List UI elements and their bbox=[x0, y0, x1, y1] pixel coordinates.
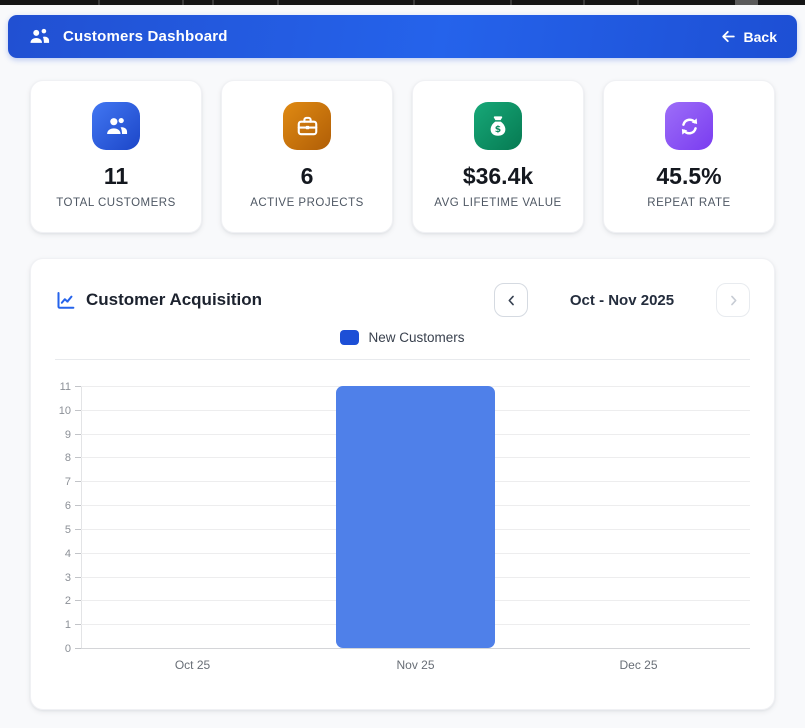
chart-plot: 01234567891011Oct 25Nov 25Dec 25 bbox=[81, 387, 750, 649]
y-axis-label: 7 bbox=[65, 476, 71, 488]
chart-legend: New Customers bbox=[55, 330, 750, 345]
y-axis-tick bbox=[75, 505, 81, 506]
stat-label: TOTAL CUSTOMERS bbox=[39, 197, 193, 209]
users-icon bbox=[103, 113, 129, 139]
chart-header: Customer Acquisition Oct - Nov 2025 bbox=[55, 283, 750, 317]
y-axis-tick bbox=[75, 434, 81, 435]
bar-nov-25[interactable] bbox=[336, 386, 495, 648]
divider bbox=[55, 359, 750, 360]
stat-card-repeat-rate: 45.5% REPEAT RATE bbox=[603, 80, 775, 233]
y-axis-label: 1 bbox=[65, 619, 71, 631]
date-range-label: Oct - Nov 2025 bbox=[562, 292, 682, 309]
briefcase-icon bbox=[295, 114, 320, 139]
stat-icon-tile bbox=[92, 102, 140, 150]
x-axis-label: Nov 25 bbox=[304, 658, 527, 672]
money-bag-icon: $ bbox=[485, 113, 511, 139]
stats-row: 11 TOTAL CUSTOMERS 6 ACTIVE PROJECTS bbox=[30, 80, 775, 233]
stat-icon-tile bbox=[665, 102, 713, 150]
y-axis-line bbox=[81, 387, 82, 649]
chevron-right-icon bbox=[726, 293, 741, 308]
stat-icon-tile: $ bbox=[474, 102, 522, 150]
users-icon bbox=[28, 25, 51, 48]
back-button[interactable]: Back bbox=[720, 28, 777, 45]
stat-icon-tile bbox=[283, 102, 331, 150]
y-axis-tick bbox=[75, 410, 81, 411]
app-header: Customers Dashboard Back bbox=[8, 15, 797, 58]
customer-acquisition-card: Customer Acquisition Oct - Nov 2025 bbox=[30, 258, 775, 710]
next-month-button[interactable] bbox=[716, 283, 750, 317]
arrow-left-icon bbox=[720, 28, 737, 45]
y-axis-label: 2 bbox=[65, 595, 71, 607]
stat-card-total-customers: 11 TOTAL CUSTOMERS bbox=[30, 80, 202, 233]
y-axis-label: 11 bbox=[60, 381, 71, 393]
legend-label: New Customers bbox=[368, 330, 464, 345]
stat-label: ACTIVE PROJECTS bbox=[230, 197, 384, 209]
stat-value: 6 bbox=[230, 163, 384, 190]
y-axis-label: 3 bbox=[65, 572, 71, 584]
stat-value: 11 bbox=[39, 163, 193, 190]
y-axis-label: 6 bbox=[65, 500, 71, 512]
x-axis-label: Dec 25 bbox=[527, 658, 750, 672]
chart-nav: Oct - Nov 2025 bbox=[494, 283, 750, 317]
back-button-label: Back bbox=[744, 29, 777, 45]
y-axis-tick bbox=[75, 553, 81, 554]
y-axis-label: 0 bbox=[65, 643, 71, 655]
x-axis-label: Oct 25 bbox=[81, 658, 304, 672]
y-axis-tick bbox=[75, 529, 81, 530]
stat-card-avg-lifetime-value: $ $36.4k AVG LIFETIME VALUE bbox=[412, 80, 584, 233]
page-title: Customers Dashboard bbox=[63, 28, 228, 45]
chart-line-icon bbox=[55, 290, 76, 311]
y-axis-label: 5 bbox=[65, 524, 71, 536]
stat-value: 45.5% bbox=[612, 163, 766, 190]
stat-value: $36.4k bbox=[421, 163, 575, 190]
svg-text:$: $ bbox=[495, 124, 501, 135]
y-axis-tick bbox=[75, 624, 81, 625]
y-axis-label: 4 bbox=[65, 548, 71, 560]
y-axis-tick bbox=[75, 648, 81, 649]
legend-swatch bbox=[340, 330, 359, 345]
chevron-left-icon bbox=[504, 293, 519, 308]
stat-label: AVG LIFETIME VALUE bbox=[421, 197, 575, 209]
gridline bbox=[81, 648, 750, 649]
y-axis-tick bbox=[75, 481, 81, 482]
sync-icon bbox=[677, 114, 702, 139]
chart-title: Customer Acquisition bbox=[86, 290, 262, 310]
y-axis-tick bbox=[75, 457, 81, 458]
y-axis-label: 10 bbox=[59, 405, 71, 417]
y-axis-tick bbox=[75, 386, 81, 387]
prev-month-button[interactable] bbox=[494, 283, 528, 317]
y-axis-label: 9 bbox=[65, 429, 71, 441]
y-axis-tick bbox=[75, 577, 81, 578]
y-axis-tick bbox=[75, 600, 81, 601]
legend-item-new-customers: New Customers bbox=[340, 330, 464, 345]
y-axis-label: 8 bbox=[65, 452, 71, 464]
stat-label: REPEAT RATE bbox=[612, 197, 766, 209]
window-edge-strip bbox=[0, 0, 805, 5]
stat-card-active-projects: 6 ACTIVE PROJECTS bbox=[221, 80, 393, 233]
